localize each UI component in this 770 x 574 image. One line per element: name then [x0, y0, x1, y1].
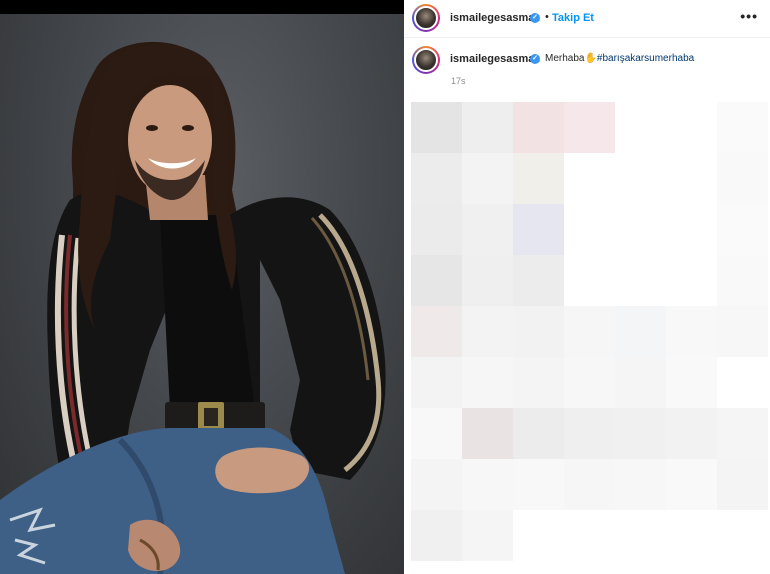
mosaic-tile: [462, 459, 513, 510]
mosaic-tile: [564, 459, 615, 510]
post-photo-image: [0, 41, 386, 574]
mosaic-tile: [513, 408, 564, 459]
caption-verified-badge-icon: ✓: [530, 54, 540, 64]
caption-text: Merhaba: [545, 53, 585, 64]
follow-button[interactable]: Takip Et: [552, 12, 594, 24]
mosaic-tile: [462, 153, 513, 204]
mosaic-tile: [564, 408, 615, 459]
mosaic-tile: [513, 102, 564, 153]
header-separator: •: [545, 11, 549, 23]
mosaic-tile: [411, 153, 462, 204]
mosaic-tile: [513, 153, 564, 204]
author-avatar[interactable]: [412, 4, 440, 32]
mosaic-tile: [411, 255, 462, 306]
mosaic-tile: [615, 408, 666, 459]
mosaic-tile: [615, 306, 666, 357]
caption-hashtag[interactable]: #barışakarsumerhaba: [597, 53, 694, 64]
mosaic-tile: [513, 357, 564, 408]
mosaic-tile: [564, 306, 615, 357]
mosaic-tile: [666, 357, 717, 408]
mosaic-tile: [615, 357, 666, 408]
mosaic-tile: [513, 255, 564, 306]
mosaic-tile: [717, 102, 768, 153]
mosaic-tile: [462, 102, 513, 153]
mosaic-tile: [615, 459, 666, 510]
mosaic-tile: [462, 255, 513, 306]
mosaic-tile: [513, 204, 564, 255]
mosaic-tile: [717, 153, 768, 204]
mosaic-tile: [666, 408, 717, 459]
post-photo[interactable]: [0, 0, 404, 574]
mosaic-tile: [462, 204, 513, 255]
mosaic-tile: [717, 255, 768, 306]
blurred-comments-area: [411, 102, 768, 564]
mosaic-tile: [513, 306, 564, 357]
mosaic-tile: [564, 357, 615, 408]
caption-username[interactable]: ismailegesasmaz: [450, 53, 540, 65]
mosaic-tile: [513, 459, 564, 510]
caption-avatar-image: [414, 48, 438, 72]
mosaic-tile: [717, 459, 768, 510]
mosaic-tile: [411, 306, 462, 357]
mosaic-tile: [717, 408, 768, 459]
mosaic-tile: [717, 306, 768, 357]
author-username[interactable]: ismailegesasmaz: [450, 12, 540, 24]
verified-badge-icon: ✓: [530, 13, 540, 23]
post-time[interactable]: 17s: [451, 76, 466, 86]
mosaic-tile: [462, 510, 513, 561]
mosaic-tile: [411, 102, 462, 153]
mosaic-tile: [462, 357, 513, 408]
avatar-image: [414, 6, 438, 30]
post-sidebar: ismailegesasmaz ✓ • Takip Et ••• ismaile…: [404, 0, 770, 574]
mosaic-tile: [411, 357, 462, 408]
caption-avatar[interactable]: [412, 46, 440, 74]
mosaic-tile: [411, 204, 462, 255]
mosaic-tile: [666, 459, 717, 510]
mosaic-tile: [564, 102, 615, 153]
mosaic-tile: [411, 408, 462, 459]
waving-hand-icon: ✋: [584, 53, 597, 64]
more-options-icon[interactable]: •••: [740, 8, 758, 24]
mosaic-tile: [462, 408, 513, 459]
mosaic-tile: [462, 306, 513, 357]
caption-body: Merhaba✋#barışakarsumerhaba: [545, 53, 694, 64]
mosaic-tile: [411, 510, 462, 561]
post-header: ismailegesasmaz ✓ • Takip Et •••: [404, 0, 770, 38]
mosaic-tile: [411, 459, 462, 510]
mosaic-tile: [717, 204, 768, 255]
photo-top-bar: [0, 0, 404, 14]
mosaic-tile: [666, 306, 717, 357]
